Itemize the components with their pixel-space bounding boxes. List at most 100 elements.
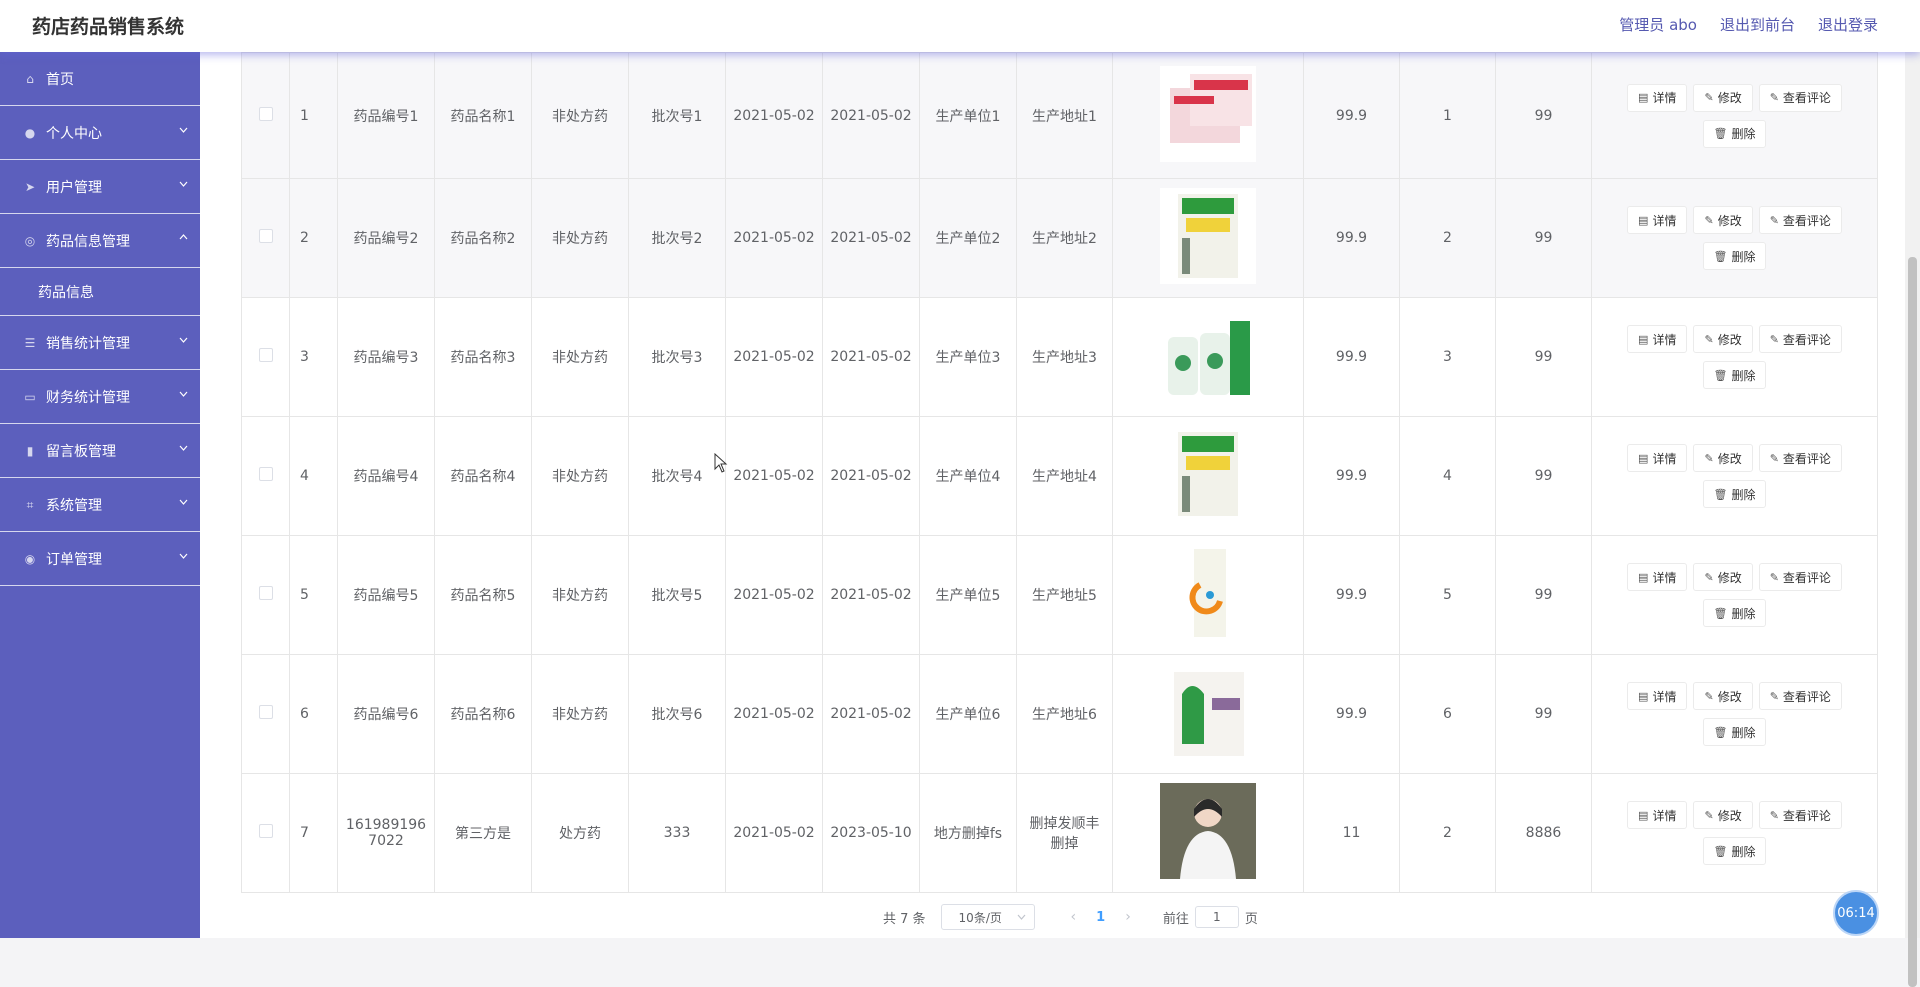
next-page-icon[interactable]: ›	[1125, 909, 1131, 925]
medicine-thumbnail-image	[1160, 545, 1256, 641]
row-checkbox[interactable]	[258, 586, 273, 600]
detail-label: 详情	[1652, 570, 1677, 585]
detail-button[interactable]: ▤ 详情	[1627, 563, 1688, 591]
goto-page-input[interactable]: 1	[1194, 906, 1239, 928]
stock: 99	[1495, 52, 1592, 179]
sidebar-item-0[interactable]: ⌂ 首页	[0, 52, 200, 106]
row-checkbox[interactable]	[258, 824, 273, 838]
row-index-text: 7	[300, 825, 309, 841]
comments-label: 查看评论	[1782, 332, 1831, 347]
sidebar-item-4[interactable]: ☰ 销售统计管理	[0, 316, 200, 370]
view-comments-button[interactable]: ✎ 查看评论	[1758, 206, 1842, 234]
medicine-code: 药品编号1	[337, 52, 435, 179]
medicine-name-text: 药品名称1	[450, 108, 516, 125]
manufacturer-text: 生产单位1	[935, 108, 1001, 125]
medicine-code: 药品编号6	[337, 654, 435, 774]
expiry-date: 2021-05-02	[822, 52, 920, 179]
batch-number: 批次号4	[628, 416, 726, 536]
batch-number: 批次号1	[628, 52, 726, 179]
table-row: 3 药品编号3 药品名称3 非处方药 批次号3 2021-05-02 2021-05-02 生…	[241, 297, 1878, 417]
prev-page-icon[interactable]: ‹	[1071, 909, 1077, 925]
sidebar-item-1[interactable]: ● 个人中心	[0, 106, 200, 160]
detail-button[interactable]: ▤ 详情	[1627, 83, 1688, 112]
edit-button[interactable]: ✎ 修改	[1693, 563, 1753, 591]
row-checkbox[interactable]	[258, 705, 273, 719]
row-index: 5	[289, 535, 338, 655]
scrollbar-thumb[interactable]	[1908, 257, 1917, 987]
view-comments-button[interactable]: ✎ 查看评论	[1758, 325, 1842, 353]
admin-user-link[interactable]: 管理员 abo	[1619, 14, 1697, 35]
production-address-text: 生产地址6	[1032, 707, 1097, 723]
row-checkbox[interactable]	[258, 106, 273, 121]
table-row: 4 药品编号4 药品名称4 非处方药 批次号4 2021-05-02 2021-05-02 生…	[241, 416, 1878, 536]
quantity: 1	[1399, 52, 1496, 179]
production-date-text: 2021-05-02	[733, 230, 815, 246]
trash-icon: 🗑	[1713, 606, 1728, 620]
delete-button[interactable]: 🗑 删除	[1702, 480, 1767, 508]
medicine-image-cell	[1112, 178, 1304, 298]
medicine-type-text: 非处方药	[552, 469, 608, 485]
view-comments-button[interactable]: ✎ 查看评论	[1758, 682, 1842, 710]
delete-button[interactable]: 🗑 删除	[1702, 242, 1767, 270]
delete-label: 删除	[1731, 127, 1756, 141]
edit-button[interactable]: ✎ 修改	[1693, 444, 1753, 472]
detail-button[interactable]: ▤ 详情	[1627, 444, 1688, 472]
production-date: 2021-05-02	[725, 52, 823, 179]
production-address: 生产地址5	[1016, 535, 1113, 655]
chevron-down-icon	[179, 553, 188, 559]
stock-text: 99	[1534, 587, 1553, 603]
detail-button[interactable]: ▤ 详情	[1627, 325, 1688, 353]
medicine-type: 非处方药	[531, 535, 629, 655]
sidebar-subitem-medicine-info[interactable]: 药品信息	[0, 268, 200, 316]
view-comments-button[interactable]: ✎ 查看评论	[1758, 563, 1842, 591]
row-checkbox[interactable]	[258, 348, 273, 362]
detail-button[interactable]: ▤ 详情	[1627, 206, 1688, 234]
view-comments-button[interactable]: ✎ 查看评论	[1758, 801, 1842, 829]
expiry-date-text: 2021-05-02	[830, 587, 912, 603]
row-checkbox[interactable]	[258, 229, 273, 243]
batch-number-text: 批次号3	[651, 350, 703, 366]
medicine-thumbnail-image	[1160, 426, 1256, 522]
current-page[interactable]: 1	[1096, 910, 1105, 925]
sidebar-item-6[interactable]: ▮ 留言板管理	[0, 424, 200, 478]
edit-button[interactable]: ✎ 修改	[1693, 325, 1753, 353]
sidebar-item-5[interactable]: ▭ 财务统计管理	[0, 370, 200, 424]
medicine-type-text: 非处方药	[552, 231, 608, 247]
delete-button[interactable]: 🗑 删除	[1702, 599, 1767, 627]
trash-icon: 🗑	[1713, 844, 1728, 858]
compass-icon: ◎	[24, 233, 36, 248]
page-size-select[interactable]: 10条/页	[940, 904, 1035, 930]
row-select-cell	[241, 773, 290, 893]
sidebar-item-2[interactable]: ➤ 用户管理	[0, 160, 200, 214]
logout-link[interactable]: 退出登录	[1818, 14, 1878, 35]
edit-button[interactable]: ✎ 修改	[1693, 83, 1753, 112]
medicine-thumbnail-image	[1160, 664, 1256, 760]
sidebar-item-label: 首页	[46, 71, 74, 88]
row-checkbox[interactable]	[258, 467, 273, 481]
delete-button[interactable]: 🗑 删除	[1702, 837, 1767, 865]
edit-button[interactable]: ✎ 修改	[1693, 801, 1753, 829]
batch-number: 333	[628, 773, 726, 893]
delete-button[interactable]: 🗑 删除	[1702, 718, 1767, 746]
chevron-down-icon	[179, 445, 188, 451]
sidebar-item-7[interactable]: ⌗ 系统管理	[0, 478, 200, 532]
sidebar-item-3[interactable]: ◎ 药品信息管理	[0, 214, 200, 268]
production-address-text: 生产地址1	[1032, 108, 1097, 125]
delete-button[interactable]: 🗑 删除	[1702, 361, 1767, 389]
production-date: 2021-05-02	[725, 773, 823, 893]
sidebar-item-8[interactable]: ◉ 订单管理	[0, 532, 200, 586]
delete-button[interactable]: 🗑 删除	[1702, 119, 1767, 148]
edit-button[interactable]: ✎ 修改	[1693, 206, 1753, 234]
view-comments-button[interactable]: ✎ 查看评论	[1758, 444, 1842, 472]
manufacturer: 生产单位6	[919, 654, 1017, 774]
expiry-date: 2021-05-02	[822, 416, 920, 536]
view-comments-button[interactable]: ✎ 查看评论	[1758, 83, 1842, 112]
detail-button[interactable]: ▤ 详情	[1627, 682, 1688, 710]
back-to-frontend-link[interactable]: 退出到前台	[1720, 14, 1795, 35]
quantity-text: 4	[1443, 468, 1452, 484]
manufacturer: 生产单位3	[919, 297, 1017, 417]
top-links: 管理员 abo 退出到前台 退出登录	[1619, 14, 1878, 35]
vertical-scrollbar[interactable]	[1905, 52, 1920, 987]
detail-button[interactable]: ▤ 详情	[1627, 801, 1688, 829]
edit-button[interactable]: ✎ 修改	[1693, 682, 1753, 710]
